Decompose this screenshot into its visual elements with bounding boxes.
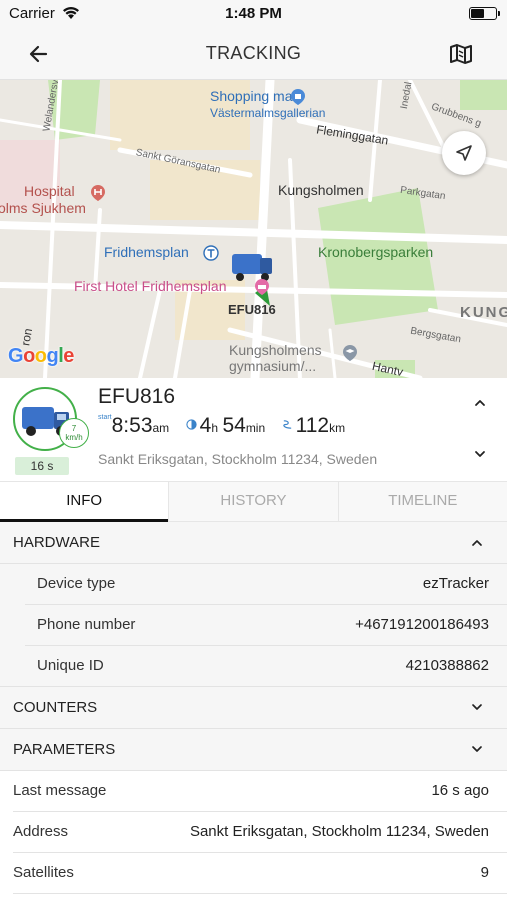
unique-id-value: 4210388862 [405, 657, 489, 674]
nav-bar: TRACKING [0, 28, 507, 80]
section-parameters-label: PARAMETERS [13, 741, 116, 758]
locate-button[interactable] [442, 131, 486, 175]
map-label-kungsholmen: Kungsholmen [278, 182, 364, 198]
last-message-label: Last message [13, 782, 107, 799]
page-title: TRACKING [205, 43, 302, 63]
duration-stat: 4h 54min [185, 414, 266, 438]
object-name: EFU816 [98, 385, 176, 408]
start-label: start [98, 414, 112, 421]
start-time: 8:53 [111, 414, 153, 437]
section-parameters[interactable]: PARAMETERS [0, 729, 507, 771]
speed-value: 7 [71, 424, 77, 433]
list-item: Satellites 9 [0, 853, 507, 894]
phone-number-label: Phone number [37, 616, 136, 633]
status-time: 1:48 PM [225, 5, 282, 22]
speed-badge: 7 km/h [59, 418, 89, 448]
satellites-value: 9 [480, 864, 489, 881]
list-item: Phone number +467191200186493 [0, 605, 507, 646]
tab-history[interactable]: HISTORY [169, 482, 339, 521]
navigation-arrow-icon [456, 145, 472, 161]
shopping-bag-icon [291, 89, 305, 105]
address-value: Sankt Eriksgatan, Stockholm 11234, Swede… [189, 823, 489, 840]
object-address: Sankt Eriksgatan, Stockholm 11234, Swede… [98, 451, 378, 467]
duration-h-unit: h [211, 421, 218, 435]
unique-id-label: Unique ID [37, 657, 104, 674]
section-counters[interactable]: COUNTERS [0, 687, 507, 729]
map-label-first-hotel: First Hotel Fridhemsplan [74, 278, 227, 294]
section-counters-label: COUNTERS [13, 699, 98, 716]
map-label-kung: KUNG [460, 304, 507, 321]
speed-unit: km/h [65, 433, 83, 442]
map-label-gymnasium-1: Kungsholmens [229, 342, 322, 358]
hotel-icon [255, 279, 269, 295]
map-label-gymnasium-2: gymnasium/... [229, 358, 317, 374]
age-badge: 16 s [15, 457, 69, 475]
map-view[interactable]: Shopping mall Västermalmsgallerian Flemi… [0, 80, 507, 378]
distance-stat: 112km [282, 414, 345, 438]
map-label-olms-sjukhem: olms Sjukhem [0, 200, 86, 216]
map-icon[interactable] [449, 42, 473, 66]
device-type-label: Device type [37, 575, 116, 592]
map-label-kronobergsparken: Kronobergsparken [318, 244, 434, 260]
status-bar: Carrier 1:48 PM [0, 0, 507, 28]
route-icon [282, 420, 291, 429]
section-hardware[interactable]: HARDWARE [0, 522, 507, 564]
list-item: Last message 16 s ago [0, 771, 507, 812]
tab-info[interactable]: INFO [0, 482, 170, 522]
last-message-value: 16 s ago [431, 782, 489, 799]
object-card[interactable]: 7 km/h 16 s EFU816 start8:53am 4h 54min … [0, 378, 507, 481]
start-suffix: am [152, 421, 170, 435]
duration-minutes: 54 [222, 414, 246, 437]
tab-bar: INFO HISTORY TIMELINE [0, 481, 507, 522]
chevron-down-icon[interactable] [473, 449, 487, 459]
map-label-hospital: Hospital [24, 183, 75, 199]
list-item: Unique ID 4210388862 [0, 646, 507, 687]
battery-level [471, 9, 484, 18]
tab-timeline[interactable]: TIMELINE [338, 482, 507, 521]
device-type-value: ezTracker [422, 575, 489, 592]
map-label-vehicle: EFU816 [228, 302, 276, 317]
map-label-fridhemsplan: Fridhemsplan [104, 244, 189, 260]
google-logo: Google [8, 345, 74, 367]
school-icon [343, 345, 357, 361]
distance-value: 112 [295, 414, 330, 437]
list-item: Address Sankt Eriksgatan, Stockholm 1123… [0, 812, 507, 853]
section-hardware-label: HARDWARE [13, 534, 100, 551]
duration-min-unit: min [245, 421, 266, 435]
info-panel: HARDWARE Device type ezTracker Phone num… [0, 522, 507, 894]
metro-icon [203, 245, 219, 261]
chevron-up-icon[interactable] [473, 398, 487, 408]
phone-number-value: +467191200186493 [355, 616, 489, 633]
chevron-down-icon [472, 704, 482, 710]
clock-icon [185, 419, 197, 430]
duration-hours: 4 [199, 414, 212, 437]
start-time-stat: start8:53am [98, 414, 169, 438]
satellites-label: Satellites [13, 864, 74, 881]
chevron-down-icon [472, 746, 482, 752]
chevron-up-icon [472, 540, 482, 546]
address-label: Address [13, 823, 69, 840]
map-label-ron: ron [18, 327, 36, 347]
object-stats: start8:53am 4h 54min 112km [98, 414, 357, 440]
hospital-icon [91, 185, 105, 201]
distance-unit: km [329, 421, 346, 435]
map-label-shopping-mall: Shopping mall [210, 88, 299, 104]
battery-icon [469, 7, 500, 20]
list-item: Device type ezTracker [0, 564, 507, 605]
map-label-vastermalmsgallerian: Västermalmsgallerian [210, 106, 326, 120]
